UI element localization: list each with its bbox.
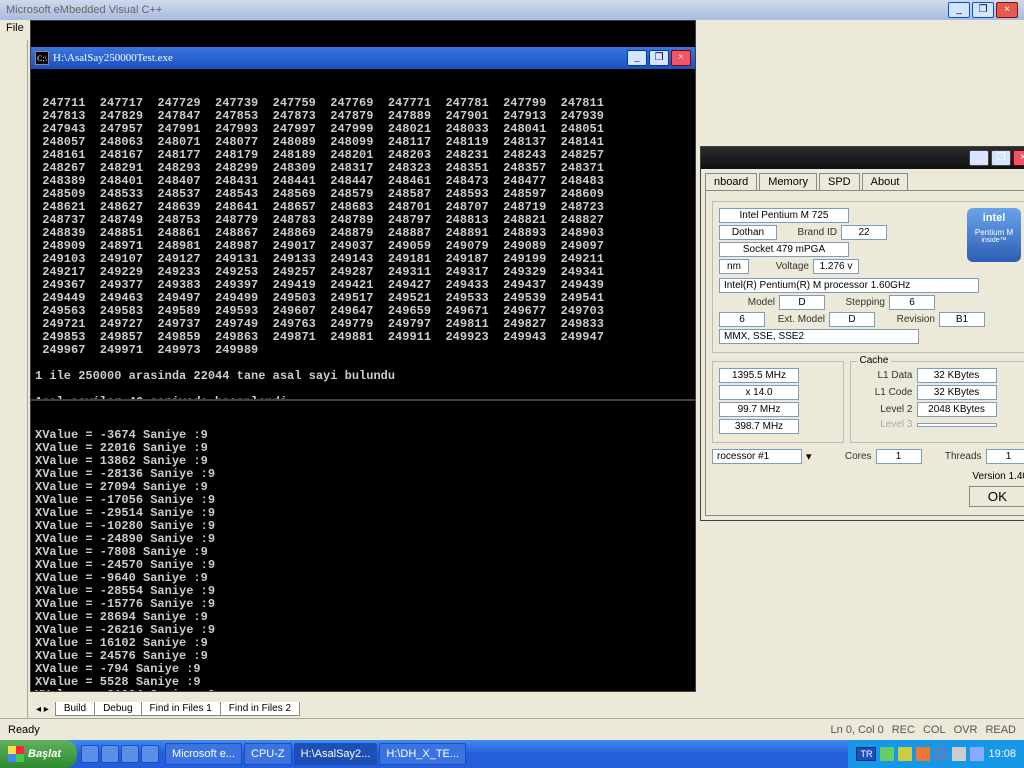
console-output: 247711 247717 247729 247739 247759 24776…: [31, 95, 695, 400]
maximize-button[interactable]: ❐: [649, 50, 669, 66]
maximize-button[interactable]: ❐: [972, 2, 994, 18]
quicklaunch-icon[interactable]: [121, 745, 139, 763]
taskbar-task[interactable]: H:\AsalSay2...: [294, 743, 378, 765]
tray-icon[interactable]: [898, 747, 912, 761]
taskbar-task[interactable]: H:\DH_X_TE...: [379, 743, 466, 765]
l3-cache: [917, 423, 997, 427]
tray-icon[interactable]: [916, 747, 930, 761]
minimize-button[interactable]: _: [948, 2, 970, 18]
cache-group: Cache L1 Data32 KBytes L1 Code32 KBytes …: [850, 361, 1024, 443]
language-indicator[interactable]: TR: [856, 747, 876, 761]
processor-group: intel Pentium M inside™ Intel Pentium M …: [712, 201, 1024, 353]
status-col: COL: [923, 724, 946, 736]
tray-icon[interactable]: [952, 747, 966, 761]
codename: Dothan: [719, 225, 777, 240]
technology: nm: [719, 259, 749, 274]
console-title: H:\AsalSay250000Test.exe: [53, 52, 173, 65]
taskbar-task[interactable]: CPU-Z: [244, 743, 292, 765]
cpuz-tabs: nboard Memory SPD About: [701, 169, 1024, 190]
l1-code: 32 KBytes: [917, 385, 997, 400]
maximize-button[interactable]: ❐: [991, 150, 1011, 166]
vc-title-text: Microsoft eMbedded Visual C++: [6, 4, 162, 16]
package: Socket 479 mPGA: [719, 242, 849, 257]
bus-speed: 99.7 MHz: [719, 402, 799, 417]
close-button[interactable]: ×: [671, 50, 691, 66]
cores: 1: [876, 449, 922, 464]
tab-spd[interactable]: SPD: [819, 173, 860, 190]
ok-button[interactable]: OK: [969, 486, 1024, 507]
threads: 1: [986, 449, 1024, 464]
windows-logo-icon: [8, 746, 24, 762]
version-label: Version 1.40: [972, 471, 1024, 482]
intel-logo: intel Pentium M inside™: [967, 208, 1021, 262]
model: D: [779, 295, 825, 310]
console-output: XValue = -3674 Saniye :9 XValue = 22016 …: [31, 427, 695, 692]
console-titlebar[interactable]: C:\ H:\AsalSay250000Test.exe _ ❐ ×: [31, 47, 695, 69]
instructions: MMX, SSE, SSE2: [719, 329, 919, 344]
tab-debug[interactable]: Debug: [94, 702, 141, 716]
clock[interactable]: 19:08: [988, 748, 1016, 760]
tab-memory[interactable]: Memory: [759, 173, 817, 190]
status-cursor: Ln 0, Col 0: [831, 724, 884, 736]
start-button[interactable]: Başlat: [0, 740, 77, 768]
brand-id: 22: [841, 225, 887, 240]
cpuz-titlebar[interactable]: _ ❐ ×: [701, 147, 1024, 169]
minimize-button[interactable]: _: [627, 50, 647, 66]
taskbar-task[interactable]: Microsoft e...: [165, 743, 242, 765]
vc-left-toolbar: [0, 40, 28, 740]
tray-icon[interactable]: [934, 747, 948, 761]
tab-build[interactable]: Build: [55, 702, 95, 716]
minimize-button[interactable]: _: [969, 150, 989, 166]
ext-family: 6: [719, 312, 765, 327]
quicklaunch-icon[interactable]: [101, 745, 119, 763]
quicklaunch-icon[interactable]: [81, 745, 99, 763]
quicklaunch: [77, 740, 163, 768]
multiplier: x 14.0: [719, 385, 799, 400]
clocks-group: 1395.5 MHz x 14.0 99.7 MHz 398.7 MHz: [712, 361, 844, 443]
core-speed: 1395.5 MHz: [719, 368, 799, 383]
cpu-name: Intel Pentium M 725: [719, 208, 849, 223]
cmd-icon: C:\: [35, 51, 49, 65]
tray-icon[interactable]: [880, 747, 894, 761]
specification: Intel(R) Pentium(R) M processor 1.60GHz: [719, 278, 979, 293]
menu-file[interactable]: File: [6, 22, 24, 34]
close-button[interactable]: ×: [996, 2, 1018, 18]
status-rec: REC: [892, 724, 915, 736]
tab-find1[interactable]: Find in Files 1: [141, 702, 221, 716]
ext-model: D: [829, 312, 875, 327]
rated-fsb: 398.7 MHz: [719, 419, 799, 434]
vc-output-tabs: ◂ ▸ Build Debug Find in Files 1 Find in …: [30, 700, 1024, 718]
tab-find2[interactable]: Find in Files 2: [220, 702, 300, 716]
console-window-primes: C:\ H:\AsalSay250000Test.exe _ ❐ × 24771…: [30, 20, 696, 400]
status-ovr: OVR: [954, 724, 978, 736]
console-window-benchmark: XValue = -3674 Saniye :9 XValue = 22016 …: [30, 400, 696, 692]
revision: B1: [939, 312, 985, 327]
close-button[interactable]: ×: [1013, 150, 1024, 166]
processor-select[interactable]: rocessor #1: [712, 449, 802, 464]
voltage: 1.276 v: [813, 259, 859, 274]
stepping: 6: [889, 295, 935, 310]
l2-cache: 2048 KBytes: [917, 402, 997, 417]
vc-titlebar: Microsoft eMbedded Visual C++ _ ❐ ×: [0, 0, 1024, 20]
system-tray: TR 19:08: [848, 740, 1024, 768]
status-ready: Ready: [8, 724, 40, 736]
tab-mainboard[interactable]: nboard: [705, 173, 757, 190]
l1-data: 32 KBytes: [917, 368, 997, 383]
taskbar: Başlat Microsoft e...CPU-ZH:\AsalSay2...…: [0, 740, 1024, 768]
tab-about[interactable]: About: [862, 173, 909, 190]
vc-statusbar: Ready Ln 0, Col 0 REC COL OVR READ: [0, 718, 1024, 740]
cpuz-window: _ ❐ × nboard Memory SPD About intel Pent…: [700, 146, 1024, 521]
quicklaunch-icon[interactable]: [141, 745, 159, 763]
tray-icon[interactable]: [970, 747, 984, 761]
status-read: READ: [985, 724, 1016, 736]
taskbar-tasks: Microsoft e...CPU-ZH:\AsalSay2...H:\DH_X…: [163, 740, 848, 768]
